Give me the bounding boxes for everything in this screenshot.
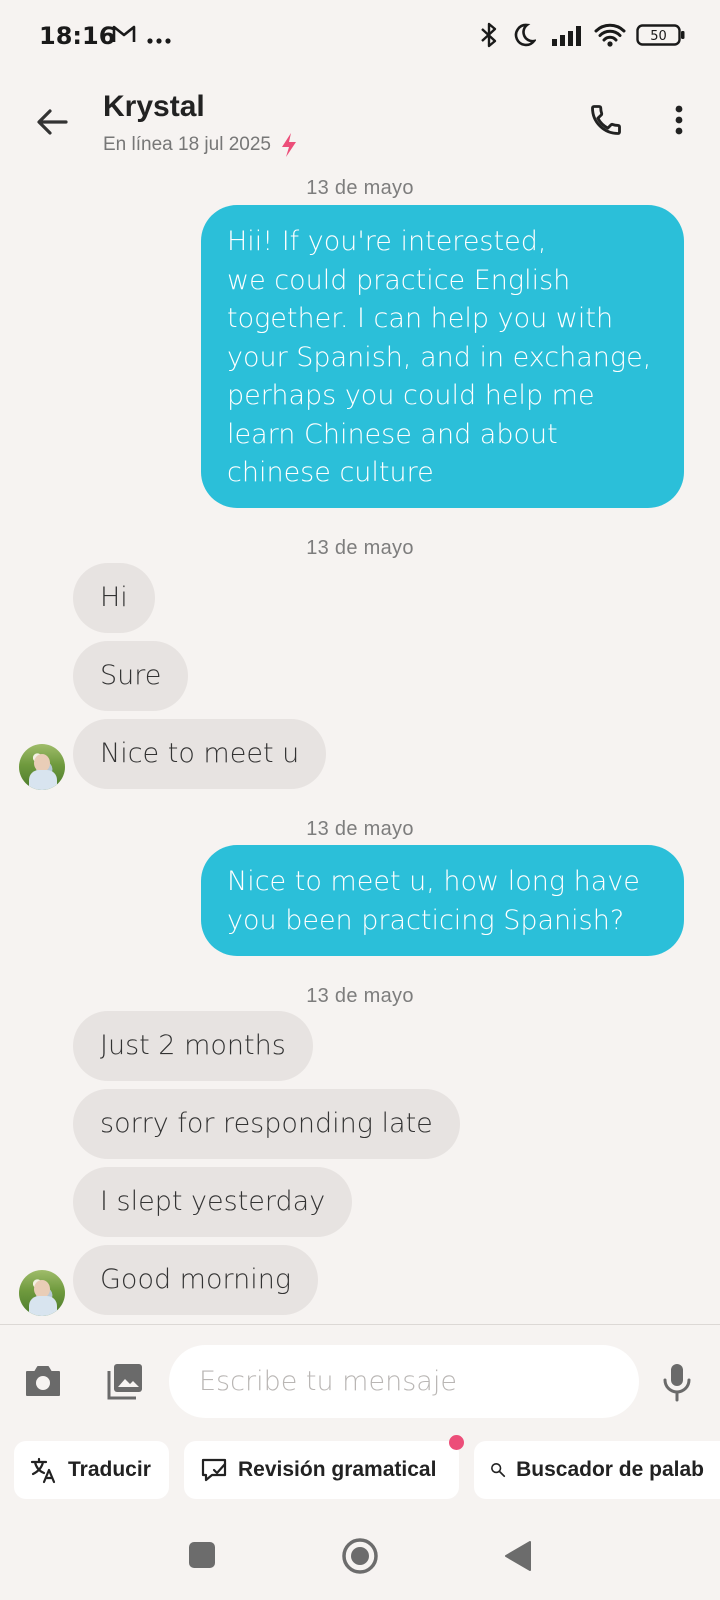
incoming-message[interactable]: sorry for responding late <box>73 1089 460 1159</box>
home-button[interactable] <box>341 1537 379 1575</box>
image-gallery-icon <box>107 1364 142 1400</box>
word-search-chip-label: Buscador de palab <box>516 1458 704 1481</box>
grammar-check-chip-label: Revisión gramatical <box>238 1458 437 1481</box>
contact-avatar[interactable] <box>19 744 65 790</box>
message-input[interactable] <box>169 1345 639 1418</box>
lightning-icon <box>281 133 296 157</box>
date-separator: 13 de mayo <box>306 537 414 559</box>
battery-level: 50 <box>650 29 667 44</box>
wifi-icon <box>594 22 626 53</box>
incoming-message[interactable]: Hi <box>73 563 155 633</box>
incoming-message[interactable]: Just 2 months <box>73 1011 313 1081</box>
gallery-button[interactable] <box>104 1360 146 1402</box>
date-separator: 13 de mayo <box>306 818 414 840</box>
composer-divider <box>0 1324 720 1325</box>
status-time: 18:16 <box>39 22 116 50</box>
recent-apps-button[interactable] <box>189 1542 215 1568</box>
battery-icon: 50 <box>636 24 686 51</box>
contact-status: En línea 18 jul 2025 <box>103 132 299 158</box>
microphone-icon <box>663 1364 691 1402</box>
back-button[interactable] <box>30 100 74 144</box>
incoming-message[interactable]: Nice to meet u <box>73 719 327 789</box>
notification-dot <box>449 1435 464 1450</box>
online-status-text: En línea 18 jul 2025 <box>103 134 271 155</box>
incoming-message[interactable]: I slept yesterday <box>73 1167 353 1237</box>
date-separator: 13 de mayo <box>306 177 414 199</box>
phone-icon <box>591 105 621 135</box>
status-bar: 18:16 50 <box>0 0 720 72</box>
word-search-chip[interactable]: Buscador de palab <box>474 1441 720 1499</box>
nav-back-button[interactable] <box>504 1540 532 1572</box>
bluetooth-icon <box>478 22 500 53</box>
chat-header: Krystal En línea 18 jul 2025 <box>0 80 720 170</box>
camera-icon <box>26 1366 60 1396</box>
outgoing-message[interactable]: Hii! If you're interested, we could prac… <box>201 205 684 508</box>
incoming-message[interactable]: Sure <box>73 641 189 711</box>
arrow-left-icon <box>37 109 68 135</box>
camera-button[interactable] <box>22 1360 64 1402</box>
grammar-check-chip[interactable]: Revisión gramatical <box>184 1441 459 1499</box>
vertical-dots-icon <box>675 105 683 135</box>
translate-chip-label: Traducir <box>68 1458 151 1481</box>
translate-icon <box>30 1457 56 1484</box>
signal-icon <box>552 24 586 51</box>
microphone-button[interactable] <box>659 1360 695 1404</box>
more-dots-icon <box>147 31 171 49</box>
search-icon <box>491 1462 506 1478</box>
call-button[interactable] <box>584 98 628 142</box>
moon-icon <box>512 22 538 53</box>
translate-chip[interactable]: Traducir <box>14 1441 169 1499</box>
gmail-icon <box>112 24 136 49</box>
contact-name[interactable]: Krystal <box>103 90 205 124</box>
grammar-check-icon <box>201 1458 227 1482</box>
triangle-back-icon <box>505 1541 531 1571</box>
contact-avatar[interactable] <box>19 1270 65 1316</box>
date-separator: 13 de mayo <box>306 985 414 1007</box>
more-options-button[interactable] <box>664 98 694 142</box>
incoming-message[interactable]: Good morning <box>73 1245 319 1315</box>
home-circle-icon <box>342 1538 378 1574</box>
outgoing-message[interactable]: Nice to meet u, how long have you been p… <box>201 845 684 956</box>
